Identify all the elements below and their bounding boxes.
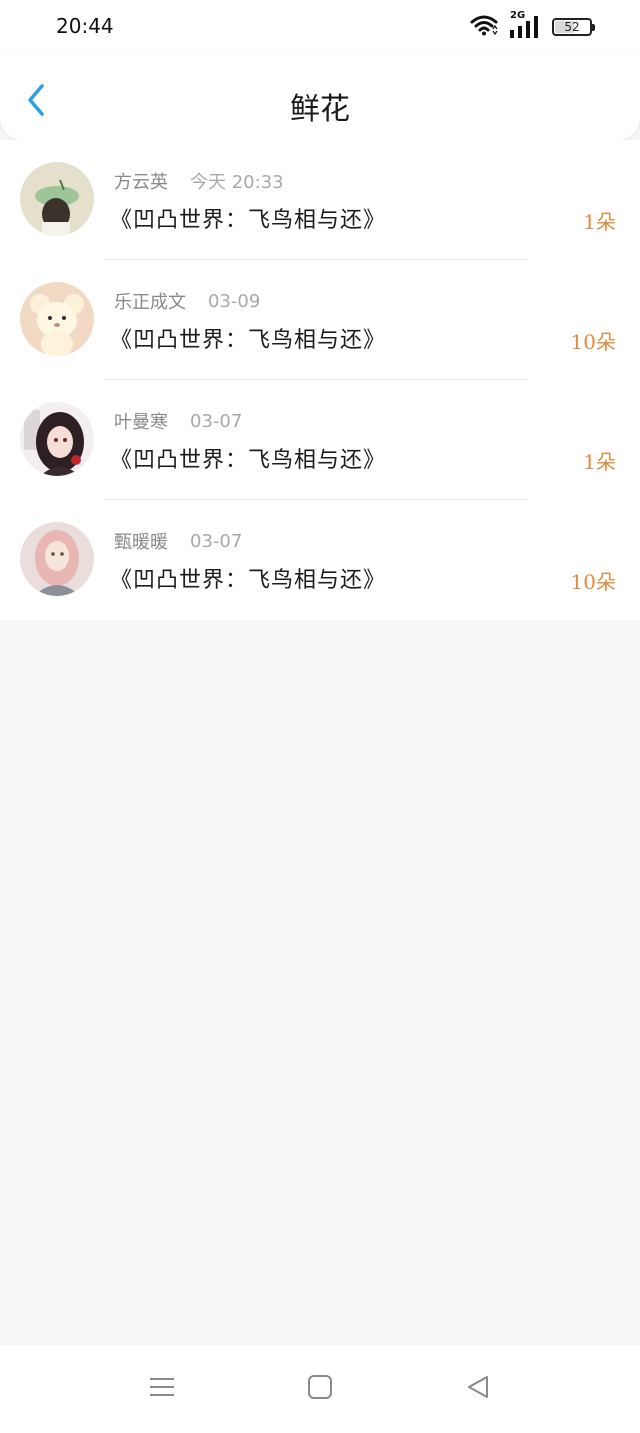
- book-title: 《凹凸世界：飞鸟相与还》: [110, 328, 387, 353]
- home-icon: [307, 1374, 333, 1404]
- book-title: 《凹凸世界：飞鸟相与还》: [110, 208, 387, 233]
- system-nav-bar: [0, 1345, 640, 1433]
- status-time: 20:44: [56, 14, 114, 38]
- list-item[interactable]: 甄暖暖 03-07 《凹凸世界：飞鸟相与还》 10朵: [0, 500, 640, 620]
- back-nav-button[interactable]: [460, 1371, 496, 1407]
- back-triangle-icon: [465, 1374, 491, 1404]
- send-time: 03-09: [208, 290, 261, 312]
- send-time: 03-07: [190, 530, 243, 552]
- flower-count: 10朵: [570, 570, 616, 594]
- flower-count: 10朵: [570, 330, 616, 354]
- author-name: 方云英: [114, 172, 168, 193]
- status-icons: 2G 52: [470, 10, 595, 40]
- wifi-icon: [470, 14, 498, 40]
- home-button[interactable]: [302, 1371, 338, 1407]
- flower-count: 1朵: [583, 210, 616, 234]
- send-time: 今天 20:33: [190, 172, 284, 193]
- battery-icon: 52: [552, 18, 595, 36]
- menu-button[interactable]: [144, 1371, 180, 1407]
- author-name: 乐正成文: [114, 292, 186, 313]
- flower-count: 1朵: [583, 450, 616, 474]
- flower-list: 方云英 今天 20:33 《凹凸世界：飞鸟相与还》 1朵 乐正成文 03-09 …: [0, 140, 640, 620]
- item-meta: 甄暖暖 03-07: [114, 528, 242, 554]
- item-meta: 乐正成文 03-09: [114, 288, 260, 314]
- avatar[interactable]: [20, 162, 94, 236]
- list-item[interactable]: 方云英 今天 20:33 《凹凸世界：飞鸟相与还》 1朵: [0, 140, 640, 260]
- avatar[interactable]: [20, 282, 94, 356]
- send-time: 03-07: [190, 410, 243, 432]
- network-type-label: 2G: [510, 10, 526, 21]
- book-title: 《凹凸世界：飞鸟相与还》: [110, 448, 387, 473]
- avatar[interactable]: [20, 402, 94, 476]
- item-meta: 方云英 今天 20:33: [114, 168, 284, 194]
- book-title: 《凹凸世界：飞鸟相与还》: [110, 568, 387, 593]
- header: 鲜花: [0, 54, 640, 140]
- author-name: 叶曼寒: [114, 412, 168, 433]
- author-name: 甄暖暖: [114, 532, 168, 553]
- page-title: 鲜花: [290, 92, 350, 127]
- list-item[interactable]: 乐正成文 03-09 《凹凸世界：飞鸟相与还》 10朵: [0, 260, 640, 380]
- item-meta: 叶曼寒 03-07: [114, 408, 242, 434]
- menu-icon: [148, 1373, 176, 1405]
- list-item[interactable]: 叶曼寒 03-07 《凹凸世界：飞鸟相与还》 1朵: [0, 380, 640, 500]
- avatar[interactable]: [20, 522, 94, 596]
- signal-icon: 2G: [510, 10, 540, 38]
- battery-level: 52: [564, 20, 580, 34]
- status-bar: 20:44 2G 52: [0, 0, 640, 54]
